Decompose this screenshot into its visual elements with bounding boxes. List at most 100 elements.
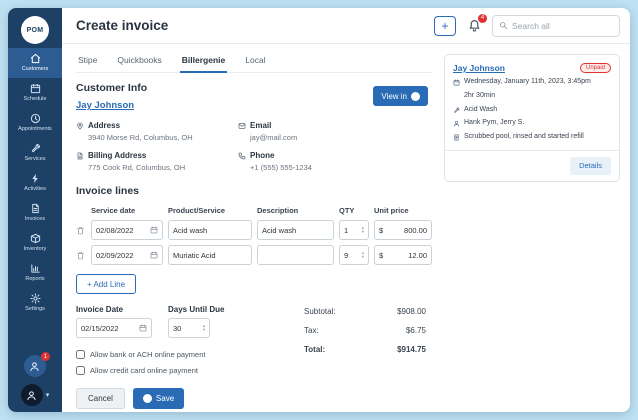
description-input[interactable] bbox=[262, 226, 329, 235]
ach-payment-option[interactable]: Allow bank or ACH online payment bbox=[76, 350, 304, 359]
user-avatar[interactable] bbox=[21, 384, 43, 406]
customer-info-section: Customer Info Jay Johnson View in Addres… bbox=[76, 82, 432, 172]
sidebar-item-label: Schedule bbox=[24, 96, 47, 102]
view-in-button[interactable]: View in bbox=[373, 86, 428, 106]
sidebar-item-label: Invoices bbox=[25, 216, 45, 222]
unit-price-input[interactable] bbox=[386, 226, 427, 235]
save-button[interactable]: Save bbox=[133, 388, 184, 409]
add-line-button[interactable]: + Add Line bbox=[76, 274, 136, 294]
sidebar-item-schedule[interactable]: Schedule bbox=[8, 78, 62, 108]
person-icon bbox=[26, 390, 37, 401]
view-in-label: View in bbox=[381, 92, 407, 101]
description-input[interactable] bbox=[262, 251, 329, 260]
unit-price-field: $ bbox=[374, 220, 432, 240]
tab-local[interactable]: Local bbox=[243, 50, 267, 72]
add-button[interactable]: + bbox=[434, 16, 456, 36]
chart-icon bbox=[30, 263, 41, 274]
field-label: Phone bbox=[250, 151, 274, 160]
invoice-form: Stipe Quickbooks Billergenie Local Custo… bbox=[62, 44, 442, 412]
clock-icon bbox=[30, 113, 41, 124]
invoice-date-field bbox=[76, 318, 152, 338]
sidebar-item-settings[interactable]: Settings bbox=[8, 288, 62, 318]
content: Stipe Quickbooks Billergenie Local Custo… bbox=[62, 44, 630, 412]
qty-input[interactable] bbox=[344, 251, 359, 260]
payment-options: Allow bank or ACH online payment Allow c… bbox=[76, 350, 304, 375]
service-date-input[interactable] bbox=[96, 226, 147, 235]
appointment-customer-link[interactable]: Jay Johnson bbox=[453, 63, 505, 73]
invoice-date-label: Invoice Date bbox=[76, 305, 152, 314]
qty-input[interactable] bbox=[344, 226, 359, 235]
notification-avatar[interactable]: 1 bbox=[24, 355, 46, 377]
days-until-due-field: ▴▾ bbox=[168, 318, 210, 338]
page-title: Create invoice bbox=[76, 18, 168, 33]
credit-card-checkbox[interactable] bbox=[76, 366, 85, 375]
field-label: Billing Address bbox=[88, 151, 146, 160]
appointment-panel: Jay Johnson Unpaid Wednesday, January 11… bbox=[442, 44, 630, 412]
col-product: Product/Service bbox=[168, 206, 252, 215]
subtotal-row: Subtotal: $908.00 bbox=[304, 307, 426, 316]
sidebar-item-label: Reports bbox=[25, 276, 44, 282]
cancel-button[interactable]: Cancel bbox=[76, 388, 125, 409]
credit-card-payment-option[interactable]: Allow credit card online payment bbox=[76, 366, 304, 375]
delete-row-icon[interactable] bbox=[76, 251, 86, 260]
user-menu[interactable]: ▾ bbox=[21, 384, 50, 406]
invoice-date-input[interactable] bbox=[81, 324, 136, 333]
notifications-button[interactable]: 4 bbox=[465, 17, 483, 35]
calendar-icon bbox=[453, 79, 460, 86]
field-label: Address bbox=[88, 121, 120, 130]
billing-icon bbox=[76, 152, 84, 160]
service-date-input[interactable] bbox=[96, 251, 147, 260]
days-until-due-input[interactable] bbox=[173, 324, 200, 333]
details-button[interactable]: Details bbox=[570, 157, 611, 175]
ach-checkbox[interactable] bbox=[76, 350, 85, 359]
unit-price-field: $ bbox=[374, 245, 432, 265]
field-value: +1 (555) 555-1234 bbox=[250, 163, 418, 172]
lightning-icon bbox=[30, 173, 41, 184]
unit-price-input[interactable] bbox=[386, 251, 427, 260]
customer-name-link[interactable]: Jay Johnson bbox=[76, 100, 134, 111]
tab-billergenie[interactable]: Billergenie bbox=[180, 50, 227, 73]
sidebar-item-label: Appointments bbox=[18, 126, 52, 132]
sidebar-item-services[interactable]: Services bbox=[8, 138, 62, 168]
product-input[interactable] bbox=[173, 251, 247, 260]
tab-stipe[interactable]: Stipe bbox=[76, 50, 99, 72]
ach-label: Allow bank or ACH online payment bbox=[90, 350, 205, 359]
person-icon bbox=[453, 120, 460, 127]
calendar-icon[interactable] bbox=[150, 226, 158, 234]
field-billing-address: Billing Address 775 Cook Rd, Columbus, O… bbox=[76, 151, 226, 172]
subtotal-label: Subtotal: bbox=[304, 307, 336, 316]
appointment-duration: 2hr 30min bbox=[464, 92, 611, 101]
sidebar-item-label: Inventory bbox=[24, 246, 47, 252]
sidebar-item-reports[interactable]: Reports bbox=[8, 258, 62, 288]
sidebar: POM Customers Schedule Appointments Serv… bbox=[8, 8, 62, 412]
field-value: 3940 Morse Rd, Columbus, OH bbox=[88, 133, 226, 142]
sidebar-item-invoices[interactable]: Invoices bbox=[8, 198, 62, 228]
appointment-card: Jay Johnson Unpaid Wednesday, January 11… bbox=[444, 54, 620, 182]
subtotal-value: $908.00 bbox=[397, 307, 426, 316]
sidebar-item-appointments[interactable]: Appointments bbox=[8, 108, 62, 138]
invoice-row: ▴▾ $ bbox=[76, 220, 432, 240]
home-icon bbox=[30, 53, 41, 64]
sidebar-item-customers[interactable]: Customers bbox=[8, 48, 62, 78]
bell-badge: 4 bbox=[478, 14, 487, 23]
tab-quickbooks[interactable]: Quickbooks bbox=[115, 50, 163, 72]
delete-row-icon[interactable] bbox=[76, 226, 86, 235]
product-input[interactable] bbox=[173, 226, 247, 235]
description-field bbox=[257, 220, 334, 240]
search-input[interactable] bbox=[512, 21, 613, 31]
field-address: Address 3940 Morse Rd, Columbus, OH bbox=[76, 121, 226, 142]
field-phone: Phone +1 (555) 555-1234 bbox=[238, 151, 418, 172]
chevron-down-icon[interactable]: ▾ bbox=[46, 391, 50, 399]
qty-field: ▴▾ bbox=[339, 220, 369, 240]
calendar-icon[interactable] bbox=[139, 324, 147, 332]
sidebar-item-activities[interactable]: Activities bbox=[8, 168, 62, 198]
invoice-footer: Invoice Date Days Until Due bbox=[76, 305, 432, 409]
days-stepper[interactable]: ▴▾ bbox=[203, 324, 205, 332]
envelope-icon bbox=[238, 122, 246, 130]
sidebar-item-inventory[interactable]: Inventory bbox=[8, 228, 62, 258]
qty-stepper[interactable]: ▴▾ bbox=[362, 251, 364, 259]
sidebar-item-label: Activities bbox=[24, 186, 46, 192]
calendar-icon[interactable] bbox=[150, 251, 158, 259]
qty-stepper[interactable]: ▴▾ bbox=[362, 226, 364, 234]
totals-panel: Subtotal: $908.00 Tax: $6.75 Total: $914… bbox=[304, 305, 426, 409]
